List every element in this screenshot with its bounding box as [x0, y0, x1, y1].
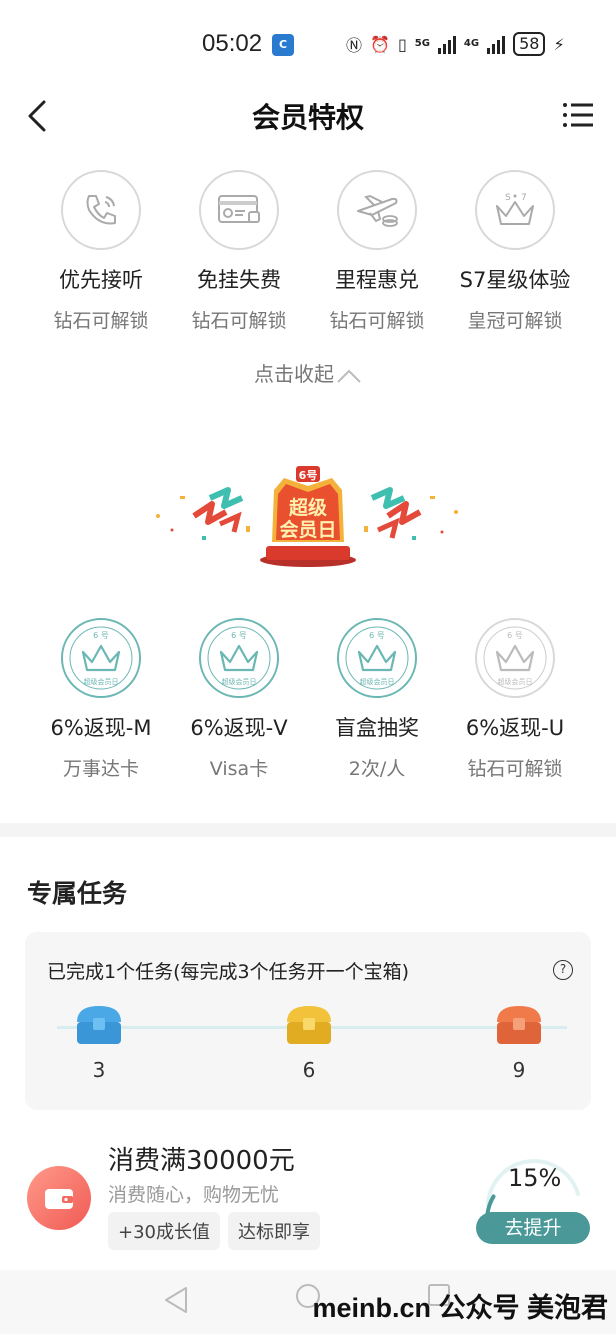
- status-icons: Ⓝ ⏰ ▯ 5G 4G 58 ⚡: [346, 32, 565, 56]
- seal-top: 6 号: [93, 631, 109, 640]
- task-percent: 15%: [508, 1164, 562, 1192]
- top-header: 会员特权: [0, 88, 616, 144]
- watermark-text: meinb.cn 公众号 美泡君: [312, 1293, 608, 1323]
- chest-count: 3: [92, 1058, 106, 1082]
- task-subtitle: 消费随心，购物无忧: [108, 1184, 280, 1206]
- status-time: 05:02: [202, 30, 263, 57]
- privilege-detail: 2次/人: [348, 758, 406, 780]
- crown-stars-icon: S7: [475, 170, 555, 250]
- privilege-grid-2: 6 号超级会员日 6%返现-M 万事达卡 6 号超级会员日 6%返现-V Vis…: [32, 618, 584, 781]
- crown-seal-icon: 6 号超级会员日: [337, 618, 417, 698]
- privilege-free-loss-report[interactable]: 免挂失费 钻石可解锁: [170, 170, 308, 333]
- crown-seal-icon: 6 号超级会员日: [475, 618, 555, 698]
- svg-text:S: S: [505, 193, 511, 203]
- collapse-label: 点击收起: [254, 362, 334, 386]
- privilege-unlock: 钻石可解锁: [191, 310, 287, 332]
- privilege-cashback-m[interactable]: 6 号超级会员日 6%返现-M 万事达卡: [32, 618, 170, 781]
- section-divider: [0, 823, 616, 837]
- task-tags: +30成长值 达标即享: [108, 1212, 320, 1250]
- privilege-s7-experience[interactable]: S7 S7星级体验 皇冠可解锁: [446, 170, 584, 333]
- privilege-priority-answer[interactable]: 优先接听 钻石可解锁: [32, 170, 170, 333]
- wallet-icon: [27, 1166, 91, 1230]
- privilege-name: 免挂失费: [197, 268, 281, 292]
- privilege-name: 里程惠兑: [335, 268, 419, 292]
- confetti-right-icon: [364, 487, 458, 540]
- privilege-name: S7星级体验: [459, 268, 571, 292]
- seal-top: 6 号: [507, 631, 523, 640]
- task-progress-card: 已完成1个任务(每完成3个任务开一个宝箱) ? 3 6 9: [25, 932, 591, 1110]
- privilege-unlock: 钻石可解锁: [53, 310, 149, 332]
- signal-icon: [437, 34, 456, 54]
- crown-seal-icon: 6 号超级会员日: [199, 618, 279, 698]
- privilege-grid-1: 优先接听 钻石可解锁 免挂失费 钻石可解锁 里程惠兑 钻石可解锁 S7 S7星级…: [32, 170, 584, 333]
- section-title: 专属任务: [27, 879, 128, 908]
- network-5g-label: 5G: [414, 38, 430, 49]
- task-item: 消费满30000元 消费随心，购物无忧 +30成长值 达标即享 15% 去提升: [0, 1132, 616, 1262]
- svg-text:7: 7: [521, 193, 527, 203]
- vibrate-icon: ▯: [397, 34, 407, 54]
- privilege-mileage-exchange[interactable]: 里程惠兑 钻石可解锁: [308, 170, 446, 333]
- network-4g-label: 4G: [463, 38, 480, 49]
- privilege-detail: Visa卡: [209, 758, 269, 780]
- phone-icon: [61, 170, 141, 250]
- treasure-chest-orange-icon[interactable]: [493, 1002, 545, 1048]
- collapse-toggle[interactable]: 点击收起: [0, 358, 616, 387]
- privilege-name: 盲盒抽奖: [335, 716, 419, 740]
- battery-icon: 58: [513, 32, 546, 56]
- treasure-chest-blue-icon[interactable]: [73, 1002, 125, 1048]
- seal-bottom: 超级会员日: [222, 677, 257, 686]
- privilege-unlock: 皇冠可解锁: [467, 310, 563, 332]
- privilege-unlock: 钻石可解锁: [329, 310, 425, 332]
- task-name: 消费满30000元: [108, 1146, 295, 1176]
- list-menu-icon[interactable]: [562, 100, 594, 130]
- treasure-chest-gold-icon[interactable]: [283, 1002, 335, 1048]
- app-notification-icon: C: [272, 34, 294, 56]
- super-member-day-banner: 6号 超级 会员日: [156, 466, 458, 567]
- tag-reward: 达标即享: [228, 1212, 320, 1250]
- card-icon: [199, 170, 279, 250]
- seal-top: 6 号: [231, 631, 247, 640]
- seal-top: 6 号: [369, 631, 385, 640]
- confetti-left-icon: [156, 487, 250, 540]
- banner-line2: 会员日: [279, 518, 336, 541]
- plane-icon: [337, 170, 417, 250]
- banner-badge: 6号: [299, 469, 318, 482]
- privilege-cashback-u[interactable]: 6 号超级会员日 6%返现-U 钻石可解锁: [446, 618, 584, 781]
- privilege-name: 6%返现-M: [50, 716, 152, 740]
- privilege-blind-box[interactable]: 6 号超级会员日 盲盒抽奖 2次/人: [308, 618, 446, 781]
- privilege-name: 优先接听: [59, 268, 143, 292]
- charging-icon: ⚡: [553, 34, 565, 54]
- privilege-name: 6%返现-V: [190, 716, 288, 740]
- privilege-unlock: 钻石可解锁: [467, 758, 563, 780]
- progress-description: 已完成1个任务(每完成3个任务开一个宝箱): [47, 961, 410, 983]
- seal-bottom: 超级会员日: [360, 677, 395, 686]
- chest-count: 6: [302, 1058, 316, 1082]
- privilege-name: 6%返现-U: [465, 716, 565, 740]
- nfc-icon: Ⓝ: [346, 36, 363, 55]
- page-title: 会员特权: [251, 101, 364, 134]
- seal-bottom: 超级会员日: [84, 677, 119, 686]
- tag-growth: +30成长值: [108, 1212, 220, 1250]
- nav-back-icon[interactable]: [162, 1284, 190, 1316]
- system-nav-bar: meinb.cn 公众号 美泡君: [0, 1270, 616, 1334]
- status-bar: 05:02 C Ⓝ ⏰ ▯ 5G 4G 58 ⚡: [0, 0, 616, 88]
- crown-seal-icon: 6 号超级会员日: [61, 618, 141, 698]
- seal-bottom: 超级会员日: [498, 677, 533, 686]
- privilege-detail: 万事达卡: [62, 758, 139, 780]
- improve-button[interactable]: 去提升: [476, 1212, 590, 1244]
- signal-icon-2: [487, 34, 506, 54]
- chest-count: 9: [512, 1058, 526, 1082]
- banner-line1: 超级: [288, 496, 327, 519]
- help-icon[interactable]: ?: [553, 960, 573, 980]
- alarm-icon: ⏰: [370, 34, 390, 54]
- privilege-cashback-v[interactable]: 6 号超级会员日 6%返现-V Visa卡: [170, 618, 308, 781]
- chevron-up-icon: [337, 369, 361, 383]
